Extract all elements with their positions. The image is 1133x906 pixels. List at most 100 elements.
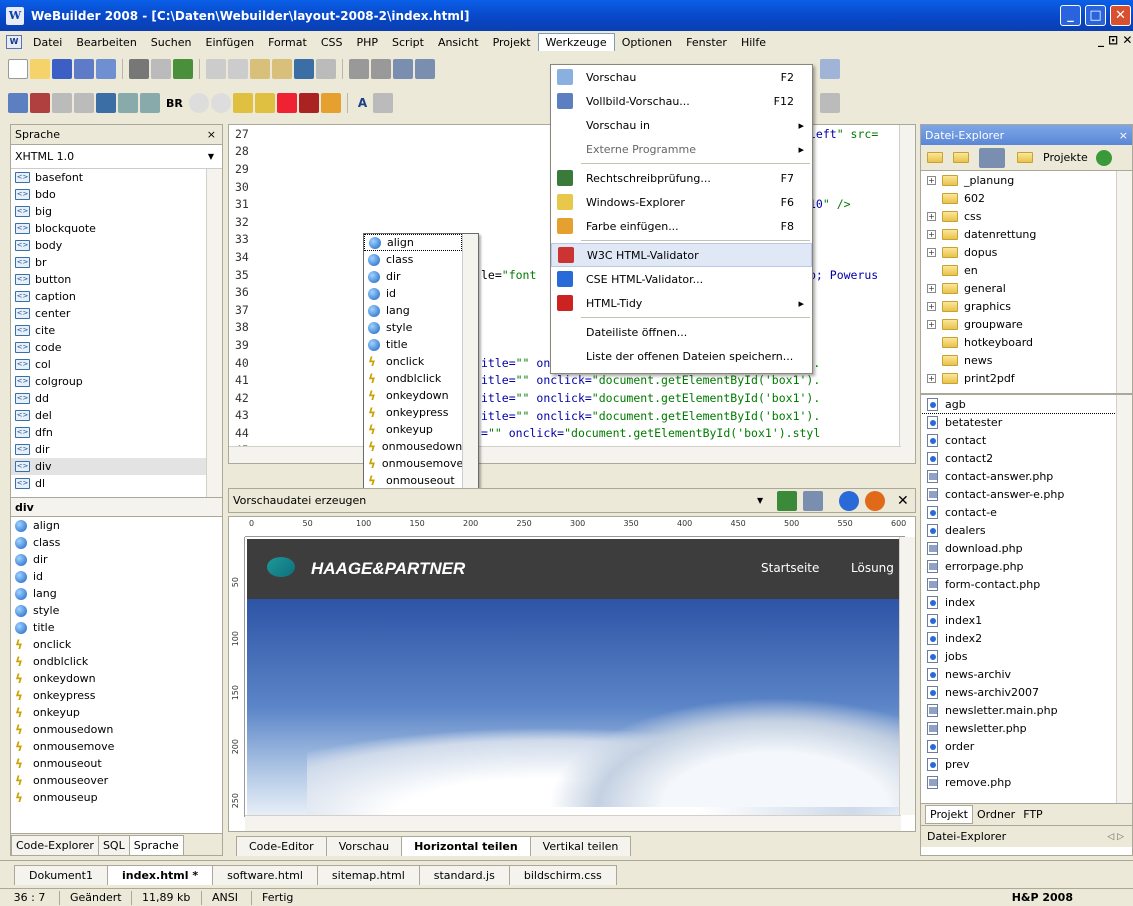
file-item[interactable]: contact <box>921 431 1132 449</box>
file-item[interactable]: prev <box>921 755 1132 773</box>
print-icon[interactable] <box>129 59 149 79</box>
script-icon[interactable] <box>276 93 297 113</box>
menu-bearbeiten[interactable]: Bearbeiten <box>69 34 143 51</box>
attribute-item[interactable]: class <box>11 534 222 551</box>
file-item[interactable]: contact-answer-e.php <box>921 485 1132 503</box>
preview-hscrollbar[interactable] <box>245 815 901 831</box>
folder-item[interactable]: + graphics <box>921 297 1132 315</box>
attribute-item[interactable]: id <box>11 568 222 585</box>
tag-list-item[interactable]: <> br <box>11 254 222 271</box>
autocomplete-item[interactable]: ϟ onclick <box>364 353 462 370</box>
close-file-icon[interactable] <box>96 59 116 79</box>
autocomplete-item[interactable]: id <box>364 285 462 302</box>
layout-icon[interactable] <box>415 59 435 79</box>
tidy-icon[interactable] <box>298 93 319 113</box>
attribute-item[interactable]: align <box>11 517 222 534</box>
file-item[interactable]: news-archiv <box>921 665 1132 683</box>
site-nav-item[interactable]: Startseite <box>761 561 819 575</box>
event-item[interactable]: ϟ onclick <box>11 636 222 653</box>
tab-ftp[interactable]: FTP <box>1019 806 1047 823</box>
window-icon[interactable] <box>393 59 413 79</box>
tag-list-item[interactable]: <> cite <box>11 322 222 339</box>
tab-codeexplorer[interactable]: Code-Explorer <box>11 835 99 855</box>
new-file-icon[interactable] <box>8 59 28 79</box>
folder-tree[interactable]: + _planung 602 + css + datenrettung + dopus en + ge… <box>921 171 1132 395</box>
redo-icon[interactable] <box>316 59 336 79</box>
copyright-icon[interactable] <box>210 93 231 113</box>
autocomplete-item[interactable]: ϟ onkeypress <box>364 404 462 421</box>
browser-select-icon[interactable] <box>803 490 823 511</box>
tag-list-item[interactable]: <> big <box>11 203 222 220</box>
autocomplete-item[interactable]: ϟ onkeydown <box>364 387 462 404</box>
chevron-down-icon[interactable]: ▼ <box>757 496 763 505</box>
code-fragment[interactable]: 10" /> <box>809 197 851 211</box>
menu-item-rechtschreibpr-fung[interactable]: Rechtschreibprüfung... F7 <box>551 166 812 190</box>
file-item[interactable]: index2 <box>921 629 1132 647</box>
folder-item[interactable]: + datenrettung <box>921 225 1132 243</box>
save-icon[interactable] <box>52 59 72 79</box>
folder-item[interactable]: news <box>921 351 1132 369</box>
event-item[interactable]: ϟ onkeyup <box>11 704 222 721</box>
werkzeuge-menu[interactable]: Vorschau F2 Vollbild-Vorschau... F12 Vorscha… <box>550 64 813 374</box>
app-icon[interactable]: W <box>6 6 24 25</box>
autocomplete-item[interactable]: align <box>364 234 462 251</box>
outdent-icon[interactable] <box>371 59 391 79</box>
file-item[interactable]: order <box>921 737 1132 755</box>
file-item[interactable]: betatester <box>921 413 1132 431</box>
editor-hscrollbar[interactable] <box>229 446 901 463</box>
menu-item-vorschau-in[interactable]: Vorschau in ▸ <box>551 113 812 137</box>
event-item[interactable]: ϟ onkeypress <box>11 687 222 704</box>
tag-list-item[interactable]: <> colgroup <box>11 373 222 390</box>
event-item[interactable]: ϟ onmousemove <box>11 738 222 755</box>
file-item[interactable]: contact-e <box>921 503 1132 521</box>
tab-code-editor[interactable]: Code-Editor <box>236 836 327 856</box>
mdi-controls[interactable]: _ ⊡ ✕ <box>1098 33 1132 47</box>
autocomplete-item[interactable]: lang <box>364 302 462 319</box>
menu-item-vollbild-vorschau[interactable]: Vollbild-Vorschau... F12 <box>551 89 812 113</box>
br-icon[interactable]: BR <box>166 97 183 110</box>
ie-icon[interactable] <box>839 490 859 511</box>
home-icon[interactable] <box>1095 149 1112 166</box>
autocomplete-item[interactable]: ϟ ondblclick <box>364 370 462 387</box>
expand-icon[interactable]: + <box>927 247 936 257</box>
menu-item-html-tidy[interactable]: HTML-Tidy ▸ <box>551 291 812 315</box>
minimize-button[interactable]: _ <box>1060 5 1081 26</box>
tab-ordner[interactable]: Ordner <box>973 806 1019 823</box>
file-item[interactable]: index1 <box>921 611 1132 629</box>
editor-scrollbar[interactable] <box>899 125 915 463</box>
attribute-item[interactable]: style <box>11 602 222 619</box>
tag-list-item[interactable]: <> dir <box>11 441 222 458</box>
list-format-icon[interactable] <box>820 93 840 113</box>
tag-list-item[interactable]: <> del <box>11 407 222 424</box>
autocomplete-item[interactable]: style <box>364 319 462 336</box>
cut-icon[interactable] <box>206 59 226 79</box>
attribute-item[interactable]: dir <box>11 551 222 568</box>
users-icon[interactable] <box>8 93 28 113</box>
autocomplete-item[interactable]: class <box>364 251 462 268</box>
tag-list-item[interactable]: <> caption <box>11 288 222 305</box>
tab-vertikal-teilen[interactable]: Vertikal teilen <box>529 836 632 856</box>
menu-item-farbe-einf-gen[interactable]: Farbe einfügen... F8 <box>551 214 812 238</box>
document-tab[interactable]: Dokument1 <box>14 865 108 885</box>
form-icon[interactable] <box>118 93 138 113</box>
autocomplete-item[interactable]: ϟ onmousemove <box>364 455 463 472</box>
autocomplete-item[interactable]: ϟ onmouseout <box>364 472 462 489</box>
event-item[interactable]: ϟ onkeydown <box>11 670 222 687</box>
autocomplete-item[interactable]: title <box>364 336 462 353</box>
list-icon[interactable] <box>74 93 94 113</box>
menu-ansicht[interactable]: Ansicht <box>431 34 486 51</box>
frame-icon[interactable] <box>140 93 160 113</box>
anchor-icon[interactable] <box>96 93 116 113</box>
code-fragment[interactable]: ="" onclick="document.getElementById('bo… <box>481 426 820 440</box>
menu-item-externe-programme[interactable]: Externe Programme ▸ <box>551 137 812 161</box>
file-item[interactable]: jobs <box>921 647 1132 665</box>
color-icon[interactable] <box>320 93 341 113</box>
menu-php[interactable]: PHP <box>349 34 385 51</box>
autocomplete-item[interactable]: ϟ onkeyup <box>364 421 462 438</box>
folder-scrollbar[interactable] <box>1116 171 1132 393</box>
file-item[interactable]: index <box>921 593 1132 611</box>
event-item[interactable]: ϟ ondblclick <box>11 653 222 670</box>
tab-vorschau[interactable]: Vorschau <box>325 836 403 856</box>
attribute-list[interactable]: align class dir id lang style title ϟ onclick ϟ on… <box>11 517 222 837</box>
file-scrollbar[interactable] <box>1116 395 1132 803</box>
